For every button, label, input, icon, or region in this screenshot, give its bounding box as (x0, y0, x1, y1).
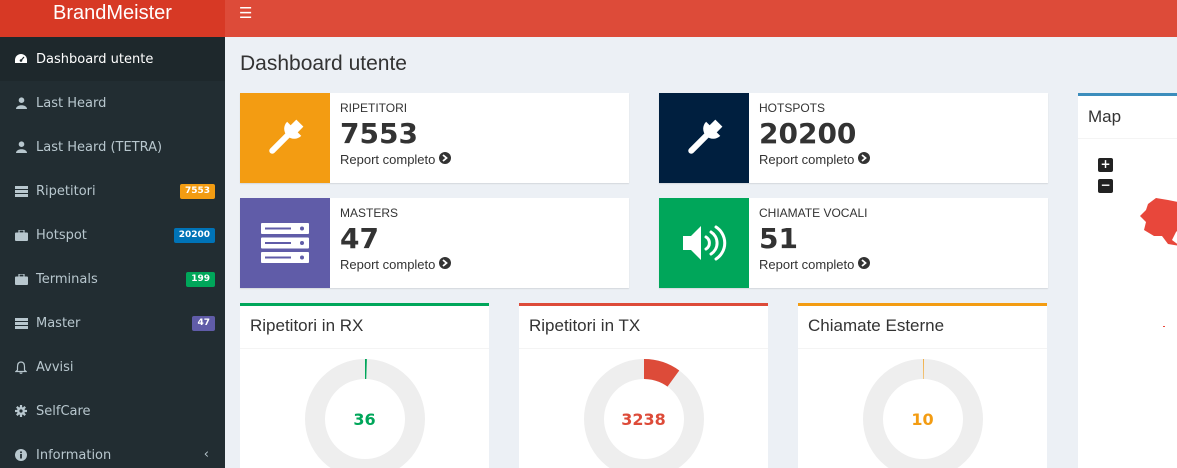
briefcase-icon (14, 272, 28, 286)
info-box-value: 51 (759, 222, 798, 255)
sidebar-item-last-heard-tetra[interactable]: Last Heard (TETRA) (0, 125, 225, 169)
map-area[interactable] (1078, 139, 1177, 468)
report-link-label: Report completo (759, 152, 855, 167)
sidebar-item-label: Last Heard (36, 95, 107, 111)
panel-chiamate-esterne: Chiamate Esterne 10 (798, 303, 1047, 468)
sidebar-item-label: Dashboard utente (36, 51, 154, 67)
info-box-ripetitori: RIPETITORI 7553 Report completo (240, 93, 629, 183)
sidebar-item-label: Last Heard (TETRA) (36, 139, 163, 155)
sidebar-item-label: SelfCare (36, 403, 91, 419)
map-panel: Map + − (1078, 93, 1177, 468)
info-box-value: 20200 (759, 117, 857, 150)
bell-icon (14, 360, 28, 374)
info-box-value: 47 (340, 222, 379, 255)
sidebar-item-information[interactable]: Information ‹ (0, 433, 225, 468)
sidebar: Dashboard utente Last Heard Last Heard (… (0, 37, 225, 468)
sidebar-item-last-heard[interactable]: Last Heard (0, 81, 225, 125)
user-icon (14, 96, 28, 110)
info-box-caption: HOTSPOTS (759, 101, 826, 115)
info-box-hotspots: HOTSPOTS 20200 Report completo (659, 93, 1048, 183)
donut-value: 36 (353, 410, 376, 429)
wrench-icon (269, 119, 304, 154)
info-box-icon-area (659, 198, 749, 288)
server-icon (14, 184, 28, 198)
page-title: Dashboard utente (240, 52, 407, 75)
info-box-caption: CHIAMATE VOCALI (759, 206, 868, 220)
report-link[interactable]: Report completo (340, 152, 452, 167)
info-box-value: 7553 (340, 117, 418, 150)
panel-title: Chiamate Esterne (798, 306, 1047, 349)
report-link-label: Report completo (340, 152, 436, 167)
info-box-caption: MASTERS (340, 206, 399, 220)
sidebar-item-avvisi[interactable]: Avvisi (0, 345, 225, 389)
server-icon (261, 223, 309, 263)
sidebar-item-terminals[interactable]: Terminals 199 (0, 257, 225, 301)
sidebar-item-selfcare[interactable]: SelfCare (0, 389, 225, 433)
report-link[interactable]: Report completo (759, 257, 871, 272)
terminals-count-badge: 199 (186, 272, 215, 287)
donut-arc (643, 359, 680, 387)
arrow-circle-right-icon (439, 257, 452, 272)
master-count-badge: 47 (192, 316, 215, 331)
info-box-icon-area (240, 198, 330, 288)
menu-toggle-icon[interactable]: ☰ (239, 4, 252, 22)
top-navbar: ☰ (225, 0, 1177, 37)
hotspot-count-badge: 20200 (173, 228, 215, 243)
sidebar-item-dashboard[interactable]: Dashboard utente (0, 37, 225, 81)
info-box-masters: MASTERS 47 Report completo (240, 198, 629, 288)
arrow-circle-right-icon (858, 257, 871, 272)
arrow-circle-right-icon (439, 152, 452, 167)
info-icon (14, 448, 28, 462)
dashboard-icon (14, 52, 28, 66)
chevron-left-icon[interactable]: ‹ (204, 447, 209, 462)
panel-title: Ripetitori in RX (240, 306, 489, 349)
volume-icon (683, 225, 727, 261)
panel-ripetitori-rx: Ripetitori in RX 36 (240, 303, 489, 468)
report-link[interactable]: Report completo (759, 152, 871, 167)
sidebar-item-master[interactable]: Master 47 (0, 301, 225, 345)
user-icon (14, 140, 28, 154)
donut-value: 10 (911, 410, 934, 429)
ripetitori-count-badge: 7553 (179, 184, 215, 199)
gear-icon (14, 404, 28, 418)
info-box-caption: RIPETITORI (340, 101, 408, 115)
panel-ripetitori-tx: Ripetitori in TX 3238 (519, 303, 768, 468)
server-icon (14, 316, 28, 330)
info-box-icon-area (240, 93, 330, 183)
sidebar-item-label: Information (36, 447, 112, 463)
sidebar-item-label: Avvisi (36, 359, 74, 375)
brand-logo[interactable]: BrandMeister (0, 0, 225, 37)
info-box-icon-area (659, 93, 749, 183)
sidebar-item-ripetitori[interactable]: Ripetitori 7553 (0, 169, 225, 213)
briefcase-icon (14, 228, 28, 242)
report-link-label: Report completo (340, 257, 436, 272)
info-box-chiamate-vocali: CHIAMATE VOCALI 51 Report completo (659, 198, 1048, 288)
report-link-label: Report completo (759, 257, 855, 272)
panel-title: Ripetitori in TX (519, 306, 768, 349)
map-title: Map (1078, 96, 1177, 139)
arrow-circle-right-icon (858, 152, 871, 167)
report-link[interactable]: Report completo (340, 257, 452, 272)
donut-value: 3238 (621, 410, 666, 429)
sidebar-item-hotspot[interactable]: Hotspot 20200 (0, 213, 225, 257)
wrench-icon (688, 119, 723, 154)
